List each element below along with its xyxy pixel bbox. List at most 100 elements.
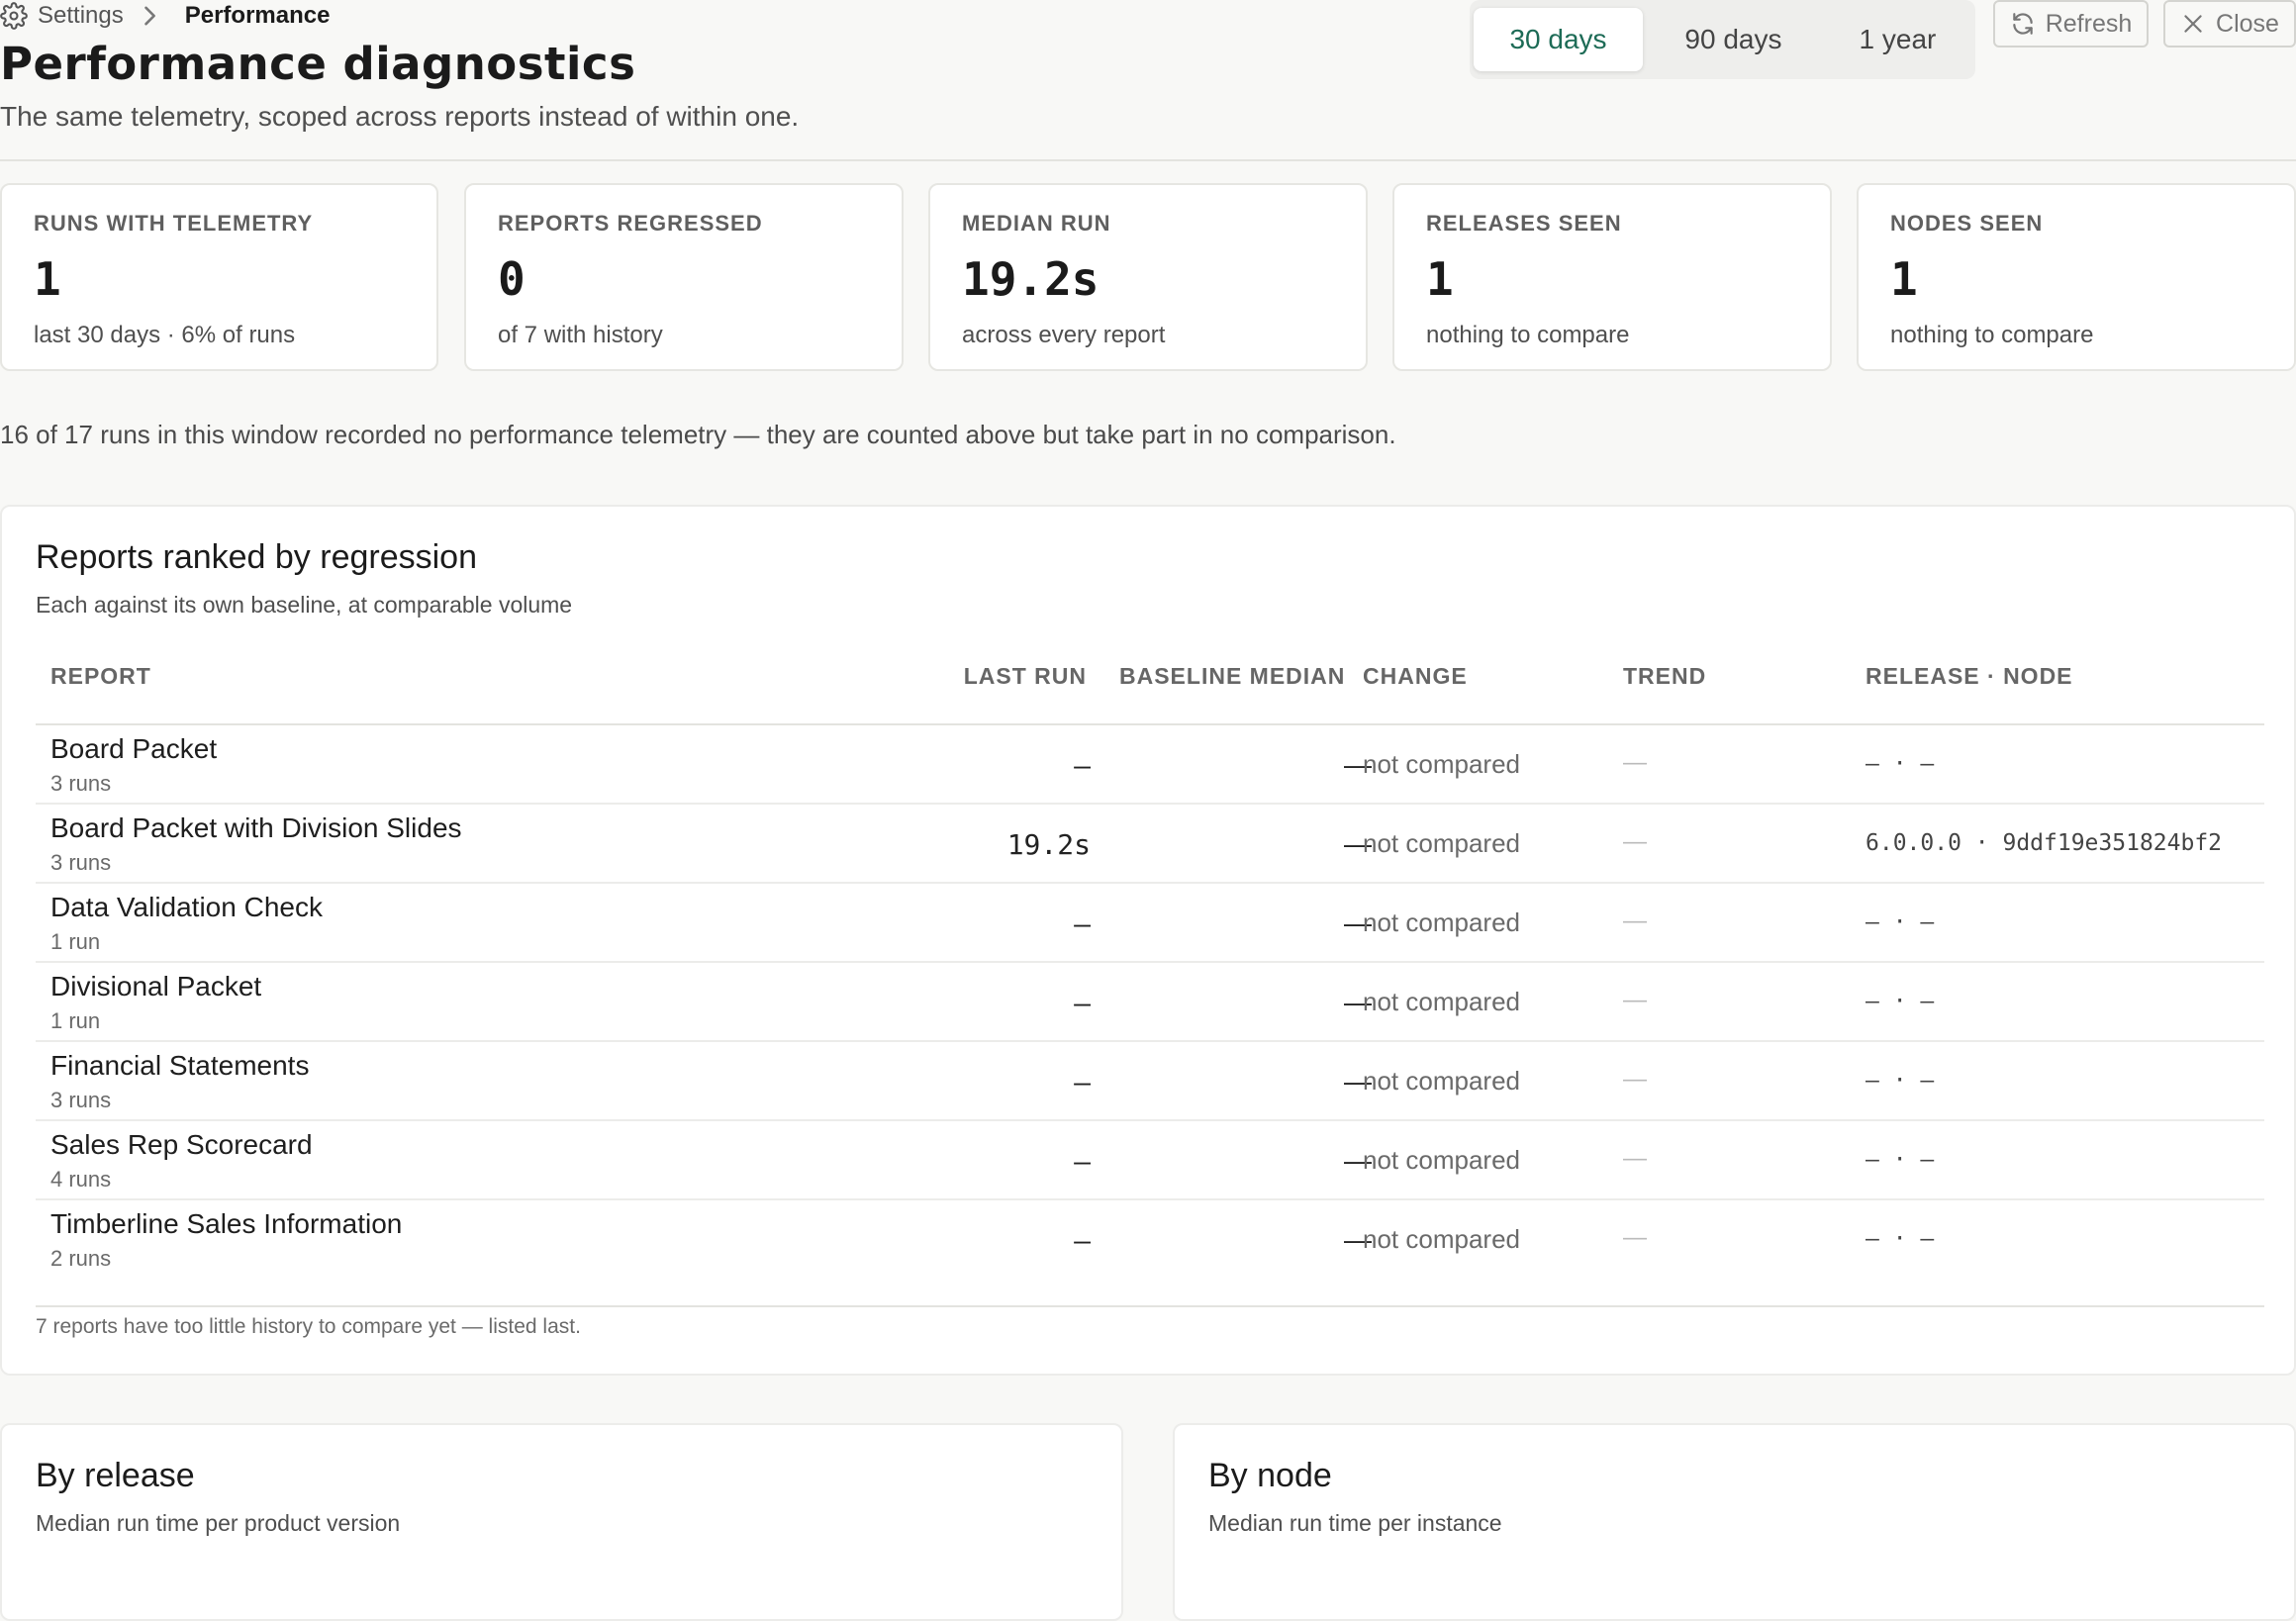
card-subtitle: Median run time per instance — [1208, 1510, 1502, 1536]
table-row[interactable]: Board Packet 3 runs — — not compared — —… — [36, 725, 2264, 805]
last-run-value: — — [1074, 1066, 1091, 1098]
stat-value: 1 — [34, 252, 61, 306]
regression-ranking-card: Reports ranked by regression Each agains… — [0, 505, 2296, 1376]
stat-caption: nothing to compare — [1426, 322, 1630, 348]
close-icon — [2184, 15, 2202, 33]
refresh-button[interactable]: Refresh — [1993, 0, 2149, 48]
range-1-year-button[interactable]: 1 year — [1824, 8, 1971, 71]
release-node-value: — · — — [1866, 909, 1935, 935]
stat-value: 1 — [1426, 252, 1454, 306]
stat-label: NODES SEEN — [1890, 211, 2044, 236]
report-name: Financial Statements — [50, 1050, 310, 1081]
stat-card-releases-seen: RELEASES SEEN 1 nothing to compare — [1392, 183, 1832, 371]
range-90-days-button[interactable]: 90 days — [1643, 8, 1824, 71]
report-run-count: 3 runs — [50, 850, 112, 875]
change-value: not compared — [1363, 749, 1520, 779]
stat-caption: across every report — [962, 322, 1166, 348]
table-footer-rule — [36, 1305, 2264, 1307]
table-row[interactable]: Divisional Packet 1 run — — not compared… — [36, 963, 2264, 1042]
card-title: By node — [1208, 1457, 1332, 1494]
breadcrumb-settings-link[interactable]: Settings — [38, 2, 124, 30]
stat-caption: of 7 with history — [498, 322, 663, 348]
column-header-trend: TREND — [1623, 663, 1707, 689]
report-name: Board Packet — [50, 733, 218, 764]
trend-value: — — [1623, 1145, 1647, 1172]
release-node-value: — · — — [1866, 989, 1935, 1014]
report-run-count: 1 run — [50, 929, 101, 954]
trend-value: — — [1623, 828, 1647, 855]
column-header-release-node[interactable]: RELEASE · NODE — [1866, 663, 2073, 690]
release-node-value: 6.0.0.0 · 9ddf19e351824bf2 — [1866, 830, 2223, 856]
page-title: Performance diagnostics — [0, 38, 636, 90]
table-row[interactable]: Financial Statements 3 runs — — not comp… — [36, 1042, 2264, 1121]
trend-value: — — [1623, 749, 1647, 776]
stat-value: 0 — [498, 252, 526, 306]
change-value: not compared — [1363, 1145, 1520, 1175]
trend-value: — — [1623, 1224, 1647, 1251]
stat-label: REPORTS REGRESSED — [498, 211, 763, 236]
column-header-last-run[interactable]: LAST RUN — [964, 663, 1087, 690]
range-30-days-button[interactable]: 30 days — [1474, 8, 1643, 71]
performance-page: Settings Performance Performance diagnos… — [0, 0, 2296, 1621]
breadcrumb-current: Performance — [184, 2, 331, 29]
report-run-count: 3 runs — [50, 771, 112, 796]
stat-card-median-run: MEDIAN RUN 19.2s across every report — [928, 183, 1368, 371]
time-range-selector: 30 days 90 days 1 year — [1470, 0, 1975, 79]
by-release-card: By release Median run time per product v… — [0, 1423, 1123, 1621]
column-header-change[interactable]: CHANGE — [1363, 663, 1468, 690]
card-title: By release — [36, 1457, 195, 1494]
column-header-baseline-median[interactable]: BASELINE MEDIAN — [1119, 663, 1345, 690]
table-row[interactable]: Sales Rep Scorecard 4 runs — — not compa… — [36, 1121, 2264, 1200]
header-divider — [0, 159, 2296, 161]
by-node-card: By node Median run time per instance — [1173, 1423, 2296, 1621]
report-run-count: 2 runs — [50, 1246, 112, 1271]
report-run-count: 1 run — [50, 1008, 101, 1033]
last-run-value: 19.2s — [1006, 828, 1091, 861]
trend-value: — — [1623, 907, 1647, 934]
card-title: Reports ranked by regression — [36, 538, 478, 576]
release-node-value: — · — — [1866, 1147, 1935, 1173]
last-run-value: — — [1074, 749, 1091, 782]
last-run-value: — — [1074, 987, 1091, 1019]
stat-label: RELEASES SEEN — [1426, 211, 1622, 236]
stat-card-runs-with-telemetry: RUNS WITH TELEMETRY 1 last 30 days · 6% … — [0, 183, 438, 371]
table-row[interactable]: Timberline Sales Information 2 runs — — … — [36, 1200, 2264, 1280]
stat-card-nodes-seen: NODES SEEN 1 nothing to compare — [1857, 183, 2296, 371]
change-value: not compared — [1363, 907, 1520, 937]
table-footnote: 7 reports have too little history to com… — [36, 1315, 581, 1338]
stat-label: RUNS WITH TELEMETRY — [34, 211, 314, 236]
trend-value: — — [1623, 1066, 1647, 1093]
report-name: Sales Rep Scorecard — [50, 1129, 313, 1160]
refresh-icon — [2012, 13, 2033, 35]
table-row[interactable]: Data Validation Check 1 run — — not comp… — [36, 884, 2264, 963]
breadcrumb: Settings Performance — [0, 0, 330, 32]
table-row[interactable]: Board Packet with Division Slides 3 runs… — [36, 805, 2264, 884]
change-value: not compared — [1363, 828, 1520, 858]
report-name: Data Validation Check — [50, 892, 323, 922]
telemetry-notice: 16 of 17 runs in this window recorded no… — [0, 420, 1396, 449]
trend-value: — — [1623, 987, 1647, 1013]
refresh-label: Refresh — [2045, 9, 2133, 38]
last-run-value: — — [1074, 1145, 1091, 1178]
card-subtitle: Median run time per product version — [36, 1510, 401, 1536]
card-subtitle: Each against its own baseline, at compar… — [36, 592, 573, 618]
stat-card-reports-regressed: REPORTS REGRESSED 0 of 7 with history — [464, 183, 904, 371]
release-node-value: — · — — [1866, 751, 1935, 777]
page-subtitle: The same telemetry, scoped across report… — [0, 101, 800, 132]
close-label: Close — [2216, 9, 2279, 38]
stat-value: 19.2s — [962, 252, 1100, 306]
change-value: not compared — [1363, 987, 1520, 1016]
column-header-report[interactable]: REPORT — [50, 663, 151, 690]
chevron-right-icon — [136, 2, 173, 30]
close-button[interactable]: Close — [2163, 0, 2296, 48]
report-run-count: 4 runs — [50, 1167, 112, 1192]
report-run-count: 3 runs — [50, 1088, 112, 1112]
stat-caption: nothing to compare — [1890, 322, 2094, 348]
release-node-value: — · — — [1866, 1068, 1935, 1094]
stat-label: MEDIAN RUN — [962, 211, 1111, 236]
last-run-value: — — [1074, 1224, 1091, 1257]
report-name: Timberline Sales Information — [50, 1208, 403, 1239]
last-run-value: — — [1074, 907, 1091, 940]
release-node-value: — · — — [1866, 1226, 1935, 1252]
gear-icon — [0, 2, 28, 30]
